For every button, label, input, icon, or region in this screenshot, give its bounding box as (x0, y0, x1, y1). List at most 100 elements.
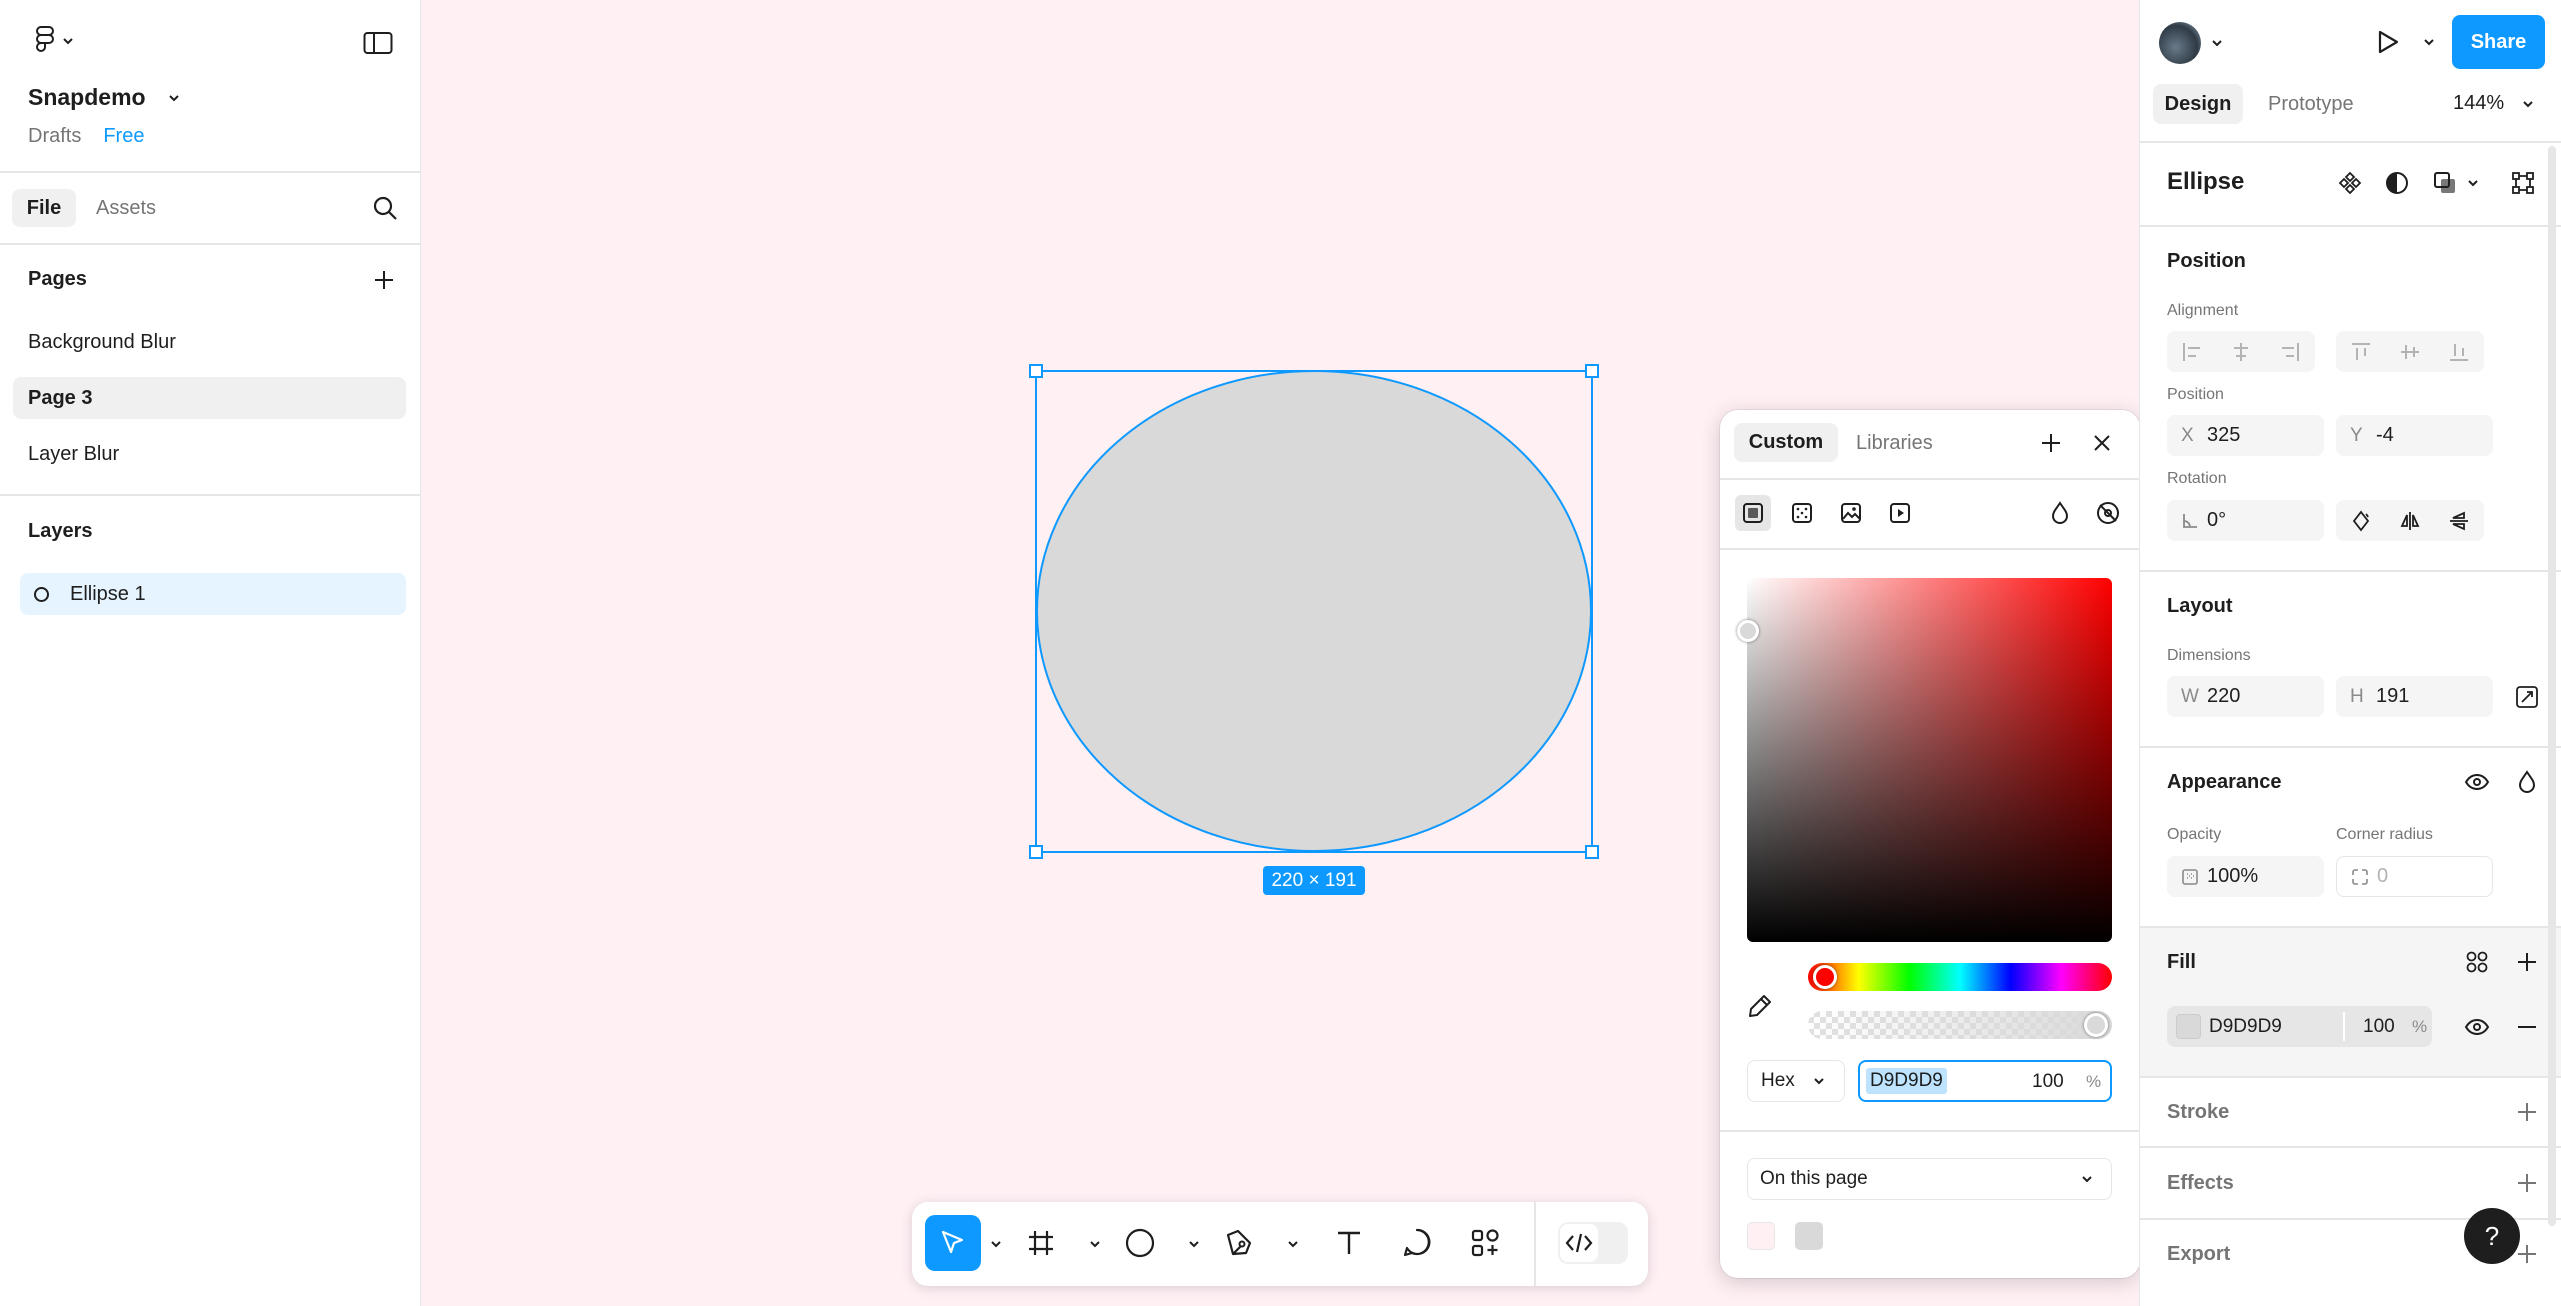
fill-styles-button[interactable] (2460, 945, 2494, 979)
actions-tool-button[interactable] (1468, 1226, 1502, 1260)
opacity-slider[interactable] (1808, 1011, 2112, 1039)
layer-row[interactable]: Ellipse 1 (20, 573, 406, 615)
chevron-down-icon[interactable] (1089, 1240, 1101, 1248)
tab-file[interactable]: File (12, 189, 76, 227)
eyedropper-button[interactable] (1740, 986, 1780, 1026)
pen-tool-button[interactable] (1222, 1226, 1256, 1260)
align-center-horizontal-icon[interactable] (2230, 341, 2252, 363)
width-field[interactable]: W 220 (2167, 676, 2324, 717)
page-item-selected[interactable]: Page 3 (13, 377, 406, 419)
shape-tool-button[interactable] (1123, 1226, 1157, 1260)
y-position-field[interactable]: Y -4 (2336, 415, 2493, 456)
add-page-button[interactable] (366, 262, 402, 298)
image-fill-type-button[interactable] (1833, 495, 1869, 531)
rotate-icon[interactable] (2350, 510, 2372, 532)
move-tool-button[interactable] (925, 1215, 981, 1271)
tab-assets[interactable]: Assets (96, 197, 156, 220)
corner-radius-field[interactable]: 0 (2336, 856, 2493, 897)
remove-fill-button[interactable] (2510, 1010, 2544, 1044)
fill-visibility-button[interactable] (2460, 1010, 2494, 1044)
chevron-down-icon[interactable] (2423, 38, 2435, 46)
page-item-layer-blur[interactable]: Layer Blur (28, 443, 119, 466)
width-value: 220 (2207, 685, 2241, 707)
fill-swatch[interactable] (2176, 1014, 2201, 1039)
add-stroke-button[interactable] (2510, 1095, 2544, 1129)
fill-row[interactable]: D9D9D9 100 % (2167, 1006, 2432, 1047)
toggle-ui-button[interactable] (358, 26, 398, 60)
chevron-down-icon[interactable] (1287, 1240, 1299, 1248)
droplet-icon (2517, 770, 2537, 794)
boolean-button[interactable] (2428, 166, 2462, 200)
create-component-button[interactable] (2333, 166, 2367, 200)
swatch-scope-select[interactable]: On this page (1747, 1158, 2112, 1200)
comment-tool-button[interactable] (1400, 1226, 1434, 1260)
resize-handle-top-left[interactable] (1029, 364, 1043, 378)
chevron-down-icon[interactable] (1188, 1240, 1200, 1248)
fill-opacity[interactable]: 100 (2363, 1016, 2395, 1038)
toggle-visibility-button[interactable] (2460, 765, 2494, 799)
search-layers-button[interactable] (368, 191, 402, 225)
video-fill-type-button[interactable] (1882, 495, 1918, 531)
height-field[interactable]: H 191 (2336, 676, 2493, 717)
blend-mode-button[interactable] (2042, 495, 2078, 531)
tab-libraries[interactable]: Libraries (1856, 432, 1933, 455)
text-tool-button[interactable] (1332, 1226, 1366, 1260)
resize-handle-bottom-right[interactable] (1585, 845, 1599, 859)
dev-mode-toggle[interactable] (1558, 1222, 1628, 1264)
zoom-menu[interactable]: 144% (2453, 92, 2534, 115)
constrain-proportions-button[interactable] (2510, 680, 2544, 714)
ellipse-shape[interactable] (1036, 370, 1592, 852)
drafts-link[interactable]: Drafts (28, 125, 81, 148)
opacity-field[interactable]: 100% (2167, 856, 2324, 897)
fill-hex[interactable]: D9D9D9 (2209, 1016, 2282, 1038)
present-button[interactable] (2370, 24, 2406, 60)
swatch-ellipse-fill[interactable] (1795, 1222, 1823, 1250)
tab-prototype[interactable]: Prototype (2268, 93, 2354, 116)
visibility-toggle-button[interactable] (2090, 495, 2126, 531)
x-position-field[interactable]: X 325 (2167, 415, 2324, 456)
align-middle-icon[interactable] (2399, 341, 2421, 363)
add-style-button[interactable] (2036, 428, 2066, 458)
align-right-icon[interactable] (2279, 341, 2301, 363)
tab-custom[interactable]: Custom (1734, 423, 1838, 462)
flip-horizontal-icon[interactable] (2399, 510, 2421, 532)
layer-blend-button[interactable] (2510, 765, 2544, 799)
mask-button[interactable] (2380, 166, 2414, 200)
frame-tool-button[interactable] (1024, 1226, 1058, 1260)
flip-vertical-icon[interactable] (2448, 510, 2470, 532)
tab-design[interactable]: Design (2153, 84, 2243, 124)
main-menu-button[interactable] (26, 24, 82, 58)
add-fill-button[interactable] (2510, 945, 2544, 979)
color-format-select[interactable]: Hex (1747, 1060, 1845, 1102)
help-button[interactable]: ? (2464, 1208, 2520, 1264)
saturation-brightness-area[interactable] (1747, 578, 2112, 942)
hex-input-group[interactable]: D9D9D9 100 % (1858, 1060, 2112, 1102)
close-picker-button[interactable] (2087, 428, 2117, 458)
chevron-down-icon[interactable] (2467, 179, 2479, 187)
rotation-field[interactable]: 0° (2167, 500, 2324, 541)
share-button[interactable]: Share (2452, 15, 2545, 69)
panel-scrollbar[interactable] (2548, 146, 2556, 1226)
resize-handle-bottom-left[interactable] (1029, 845, 1043, 859)
hue-slider[interactable] (1808, 963, 2112, 991)
align-left-icon[interactable] (2181, 341, 2203, 363)
hue-handle[interactable] (1813, 965, 1837, 989)
color-handle[interactable] (1737, 620, 1759, 642)
solid-fill-type-button[interactable] (1735, 495, 1771, 531)
page-item-background-blur[interactable]: Background Blur (28, 331, 176, 354)
file-name-menu[interactable]: Snapdemo (28, 84, 180, 111)
opacity-handle[interactable] (2084, 1013, 2108, 1037)
align-top-icon[interactable] (2350, 341, 2372, 363)
chevron-down-icon[interactable] (990, 1240, 1002, 1248)
plan-badge[interactable]: Free (103, 125, 144, 148)
opacity-input[interactable]: 100 (2032, 1071, 2064, 1093)
gradient-fill-type-button[interactable] (1784, 495, 1820, 531)
swatch-page-background[interactable] (1747, 1222, 1775, 1250)
resize-handle-top-right[interactable] (1585, 364, 1599, 378)
hex-input[interactable]: D9D9D9 (1866, 1068, 1947, 1094)
position-section-title: Position (2167, 250, 2246, 272)
add-effect-button[interactable] (2510, 1166, 2544, 1200)
edit-object-button[interactable] (2506, 166, 2540, 200)
pages-heading: Pages (28, 268, 87, 290)
align-bottom-icon[interactable] (2448, 341, 2470, 363)
